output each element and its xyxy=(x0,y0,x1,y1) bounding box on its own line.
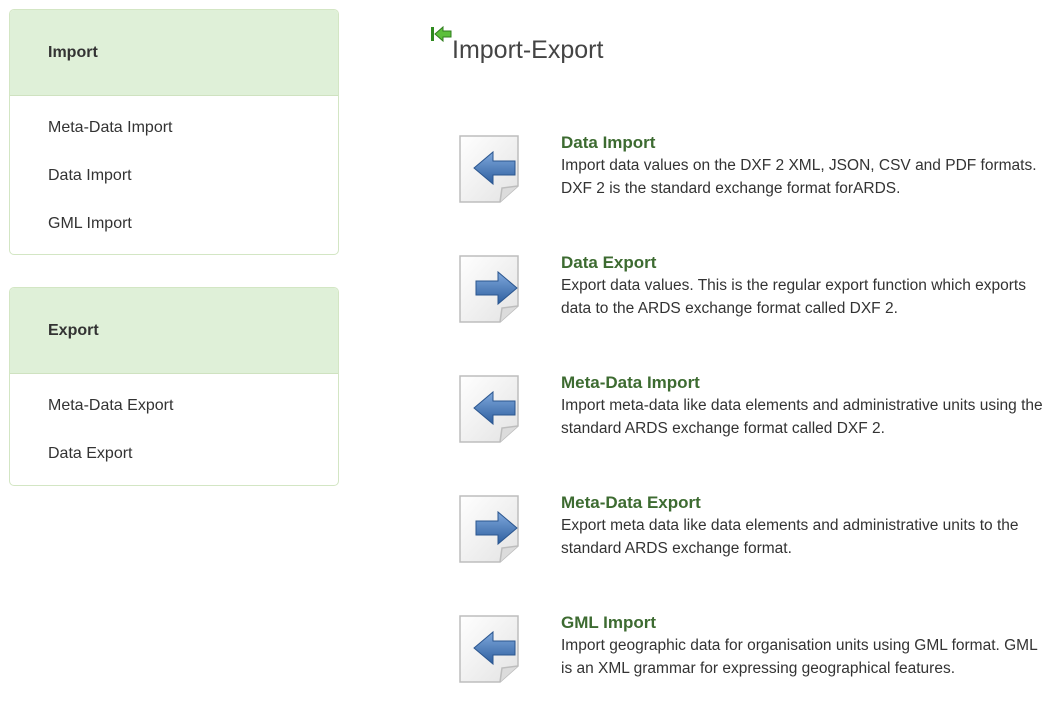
entry-title[interactable]: Data Import xyxy=(561,132,1051,154)
export-menu: Meta-Data Export Data Export xyxy=(10,374,338,479)
page-title: Import-Export xyxy=(452,36,604,64)
sidebar-item-data-import[interactable]: Data Import xyxy=(10,153,338,201)
sidebar-item-gml-import[interactable]: GML Import xyxy=(10,201,338,249)
entry-description: Import data values on the DXF 2 XML, JSO… xyxy=(561,157,1037,197)
entry-title[interactable]: Data Export xyxy=(561,252,1051,274)
entry-meta-data-import: Meta-Data Import Import meta-data like d… xyxy=(458,372,1051,466)
entry-description: Export data values. This is the regular … xyxy=(561,277,1026,317)
entry-description: Import meta-data like data elements and … xyxy=(561,397,1043,437)
entry-title[interactable]: Meta-Data Export xyxy=(561,492,1051,514)
import-panel: Import Meta-Data Import Data Import GML … xyxy=(9,9,339,255)
entry-description: Export meta data like data elements and … xyxy=(561,517,1019,557)
import-document-icon[interactable] xyxy=(458,134,520,204)
import-menu: Meta-Data Import Data Import GML Import xyxy=(10,96,338,249)
import-document-icon[interactable] xyxy=(458,614,520,684)
back-arrow-icon[interactable] xyxy=(430,24,452,46)
sidebar-item-data-export[interactable]: Data Export xyxy=(10,431,338,479)
entry-data-export: Data Export Export data values. This is … xyxy=(458,252,1051,346)
sidebar-item-meta-data-import[interactable]: Meta-Data Import xyxy=(10,105,338,153)
export-panel-heading: Export xyxy=(10,288,338,374)
export-document-icon[interactable] xyxy=(458,494,520,564)
entry-data-import: Data Import Import data values on the DX… xyxy=(458,132,1051,226)
entry-title[interactable]: GML Import xyxy=(561,612,1051,634)
entry-description: Import geographic data for organisation … xyxy=(561,637,1038,677)
import-panel-heading: Import xyxy=(10,10,338,96)
entry-gml-import: GML Import Import geographic data for or… xyxy=(458,612,1051,706)
entry-meta-data-export: Meta-Data Export Export meta data like d… xyxy=(458,492,1051,586)
sidebar-item-meta-data-export[interactable]: Meta-Data Export xyxy=(10,383,338,431)
export-document-icon[interactable] xyxy=(458,254,520,324)
import-document-icon[interactable] xyxy=(458,374,520,444)
page-header: Import-Export xyxy=(430,22,604,64)
entry-title[interactable]: Meta-Data Import xyxy=(561,372,1051,394)
export-panel: Export Meta-Data Export Data Export xyxy=(9,287,339,486)
